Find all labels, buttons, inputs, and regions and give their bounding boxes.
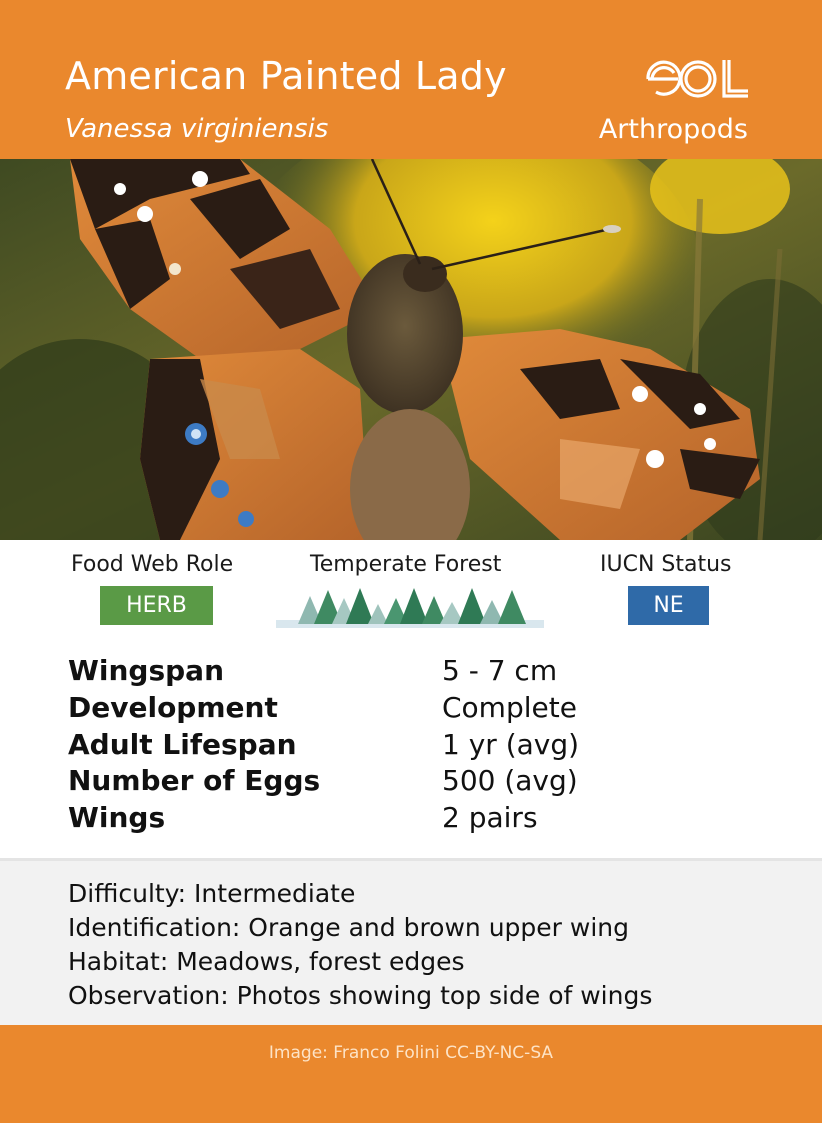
- food-web-role-label: Food Web Role: [71, 552, 234, 577]
- fact-row: Development Complete: [0, 691, 822, 728]
- food-web-role-badge: HERB: [100, 586, 213, 625]
- note-habitat: Habitat: Meadows, forest edges: [68, 947, 465, 976]
- fact-label: Development: [68, 691, 278, 724]
- note-identification: Identification: Orange and brown upper w…: [68, 913, 630, 942]
- facts-table: Wingspan 5 - 7 cm Development Complete A…: [0, 650, 822, 856]
- image-credit: Image: Franco Folini CC-BY-NC-SA: [268, 1043, 554, 1063]
- card-header: American Painted Lady Vanessa virginiens…: [0, 0, 822, 159]
- forest-icon: [276, 588, 544, 628]
- iucn-status-badge: NE: [628, 586, 709, 625]
- fact-value: 2 pairs: [442, 801, 538, 834]
- role-strip: Food Web Role HERB Temperate Forest IUCN…: [0, 540, 822, 650]
- eol-logo: [646, 60, 748, 98]
- fact-label: Number of Eggs: [68, 764, 321, 797]
- fact-row: Wings 2 pairs: [0, 801, 822, 838]
- common-name: American Painted Lady: [65, 54, 507, 98]
- fact-label: Adult Lifespan: [68, 728, 297, 761]
- iucn-status-label: IUCN Status: [600, 552, 732, 577]
- fact-label: Wings: [68, 801, 166, 834]
- note-observation: Observation: Photos showing top side of …: [68, 981, 653, 1010]
- fact-row: Number of Eggs 500 (avg): [0, 764, 822, 801]
- scientific-name: Vanessa virginiensis: [65, 114, 329, 144]
- group-name: Arthropods: [598, 114, 748, 145]
- habitat-label: Temperate Forest: [310, 552, 502, 577]
- fact-value: 500 (avg): [442, 764, 578, 797]
- butterfly-photo: [0, 159, 822, 540]
- fact-value: Complete: [442, 691, 577, 724]
- note-difficulty: Difficulty: Intermediate: [68, 879, 356, 908]
- fact-label: Wingspan: [68, 654, 224, 687]
- fact-row: Adult Lifespan 1 yr (avg): [0, 728, 822, 765]
- fact-value: 1 yr (avg): [442, 728, 580, 761]
- card-footer: Image: Franco Folini CC-BY-NC-SA: [0, 1025, 822, 1123]
- fact-row: Wingspan 5 - 7 cm: [0, 654, 822, 691]
- notes-panel: Difficulty: Intermediate Identification:…: [0, 858, 822, 1025]
- fact-value: 5 - 7 cm: [442, 654, 558, 687]
